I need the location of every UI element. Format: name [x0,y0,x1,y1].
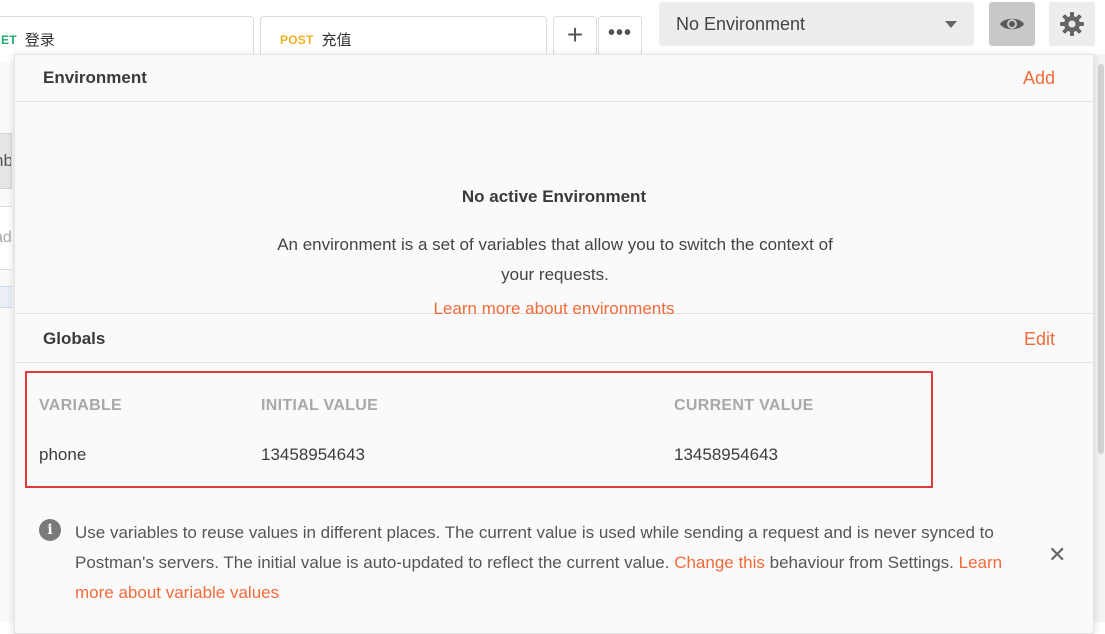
gear-icon [1060,12,1084,36]
current-value-cell: 13458954643 [674,445,779,464]
background-row-fragment [0,286,12,308]
environment-section-title: Environment [43,68,147,87]
chevron-down-icon [945,21,957,28]
globals-section-header: Globals Edit [15,316,1093,363]
info-message-text: Use variables to reuse values in differe… [75,518,1035,608]
column-header-current-value: CURRENT VALUE [674,397,814,414]
globals-section-title: Globals [43,329,106,348]
tab-label: 登录 [24,32,55,49]
scrollbar-thumb[interactable] [1098,64,1104,454]
background-input-fragment: ad [0,206,12,270]
change-settings-link[interactable]: Change this [674,553,765,572]
environment-selector-value: No Environment [676,13,806,34]
initial-value-cell: 13458954643 [261,445,366,464]
plus-icon: + [566,18,584,50]
globals-variable-table: VARIABLE INITIAL VALUE CURRENT VALUE pho… [25,371,933,488]
method-badge-get: ET [1,32,17,47]
column-header-initial-value: INITIAL VALUE [261,397,379,414]
environment-section-header: Environment Add [15,55,1093,102]
method-badge-post: POST [280,32,314,47]
eye-icon [1000,18,1024,30]
tab-options-button[interactable]: ••• [598,16,642,56]
environment-quick-look-panel: Environment Add No active Environment An… [14,54,1094,634]
info-icon: i [39,519,61,541]
add-environment-link[interactable]: Add [1023,68,1055,89]
new-tab-button[interactable]: + [553,16,597,56]
info-text-part-2: behaviour from Settings. [764,553,959,572]
environment-empty-state: No active Environment An environment is … [15,103,1093,318]
manage-environments-button[interactable] [1049,2,1095,46]
empty-state-description: An environment is a set of variables tha… [277,235,833,284]
column-header-variable: VARIABLE [39,397,122,414]
environment-quick-look-button[interactable] [989,2,1035,46]
background-button-fragment: nb [0,133,12,189]
edit-globals-link[interactable]: Edit [1024,329,1055,350]
tab-label: 充值 [321,32,352,49]
variable-name-cell: phone [39,445,87,464]
empty-state-title: No active Environment [461,187,647,206]
ellipsis-icon: ••• [607,22,632,44]
environment-selector[interactable]: No Environment [659,2,974,46]
close-icon[interactable]: ✕ [1048,544,1066,566]
